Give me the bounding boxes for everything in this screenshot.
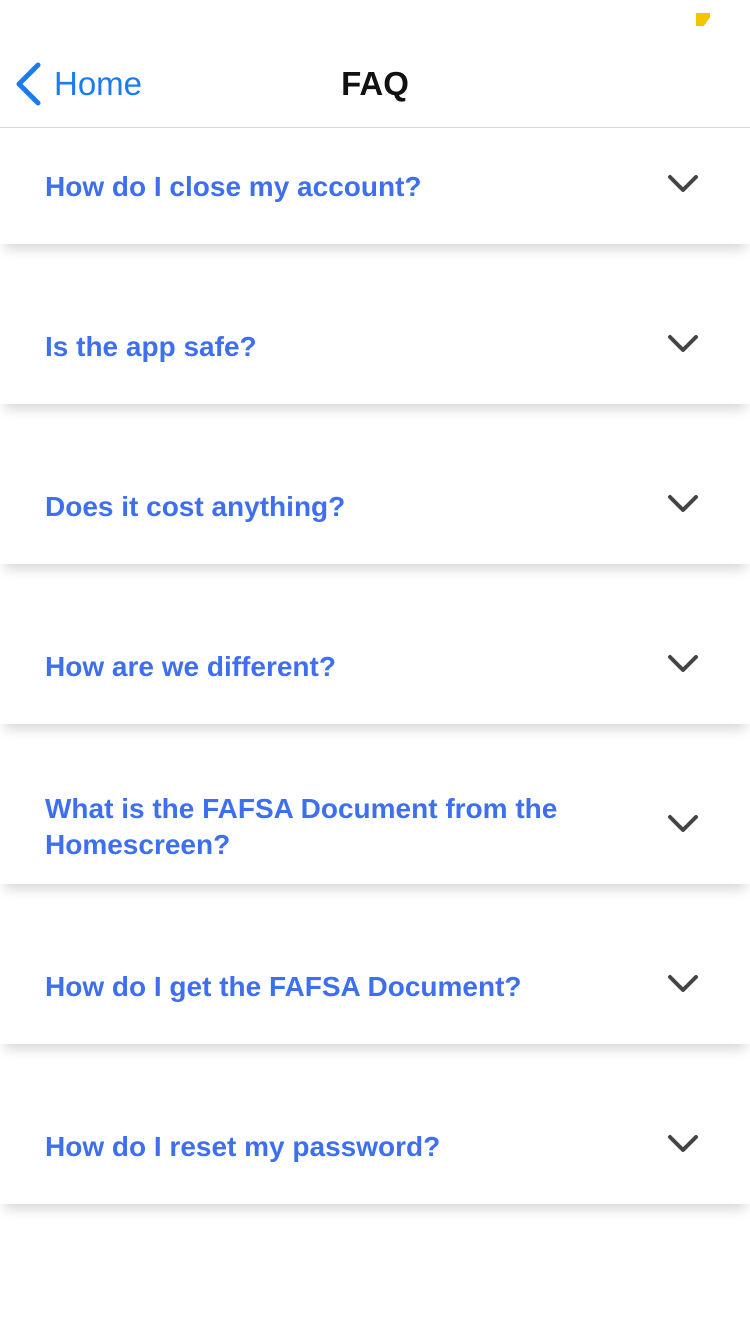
faq-item-get-fafsa[interactable]: How do I get the FAFSA Document? [0, 929, 750, 1044]
faq-item-cost[interactable]: Does it cost anything? [0, 449, 750, 564]
faq-question: How are we different? [45, 650, 336, 682]
battery-icon [696, 13, 710, 26]
chevron-down-icon [668, 814, 698, 832]
faq-item-close-account[interactable]: How do I close my account? [0, 129, 750, 244]
chevron-down-icon [668, 174, 698, 192]
back-button[interactable]: Home [14, 60, 142, 108]
faq-item-app-safe[interactable]: Is the app safe? [0, 289, 750, 404]
faq-question: Does it cost anything? [45, 490, 346, 522]
back-button-label: Home [54, 65, 143, 102]
faq-list: How do I close my account? Is the app sa… [0, 129, 750, 1249]
chevron-down-icon [668, 334, 698, 352]
faq-question: Is the app safe? [45, 330, 257, 362]
chevron-left-icon [16, 62, 41, 106]
navigation-bar: Home FAQ [0, 40, 750, 128]
chevron-down-icon [668, 974, 698, 992]
faq-question: How do I get the FAFSA Document? [45, 970, 522, 1002]
faq-question: How do I reset my password? [45, 1130, 441, 1162]
faq-item-reset-password[interactable]: How do I reset my password? [0, 1089, 750, 1204]
faq-question: What is the FAFSA Document from the Home… [45, 792, 558, 860]
chevron-down-icon [668, 654, 698, 672]
faq-item-different[interactable]: How are we different? [0, 609, 750, 724]
status-bar [0, 0, 750, 40]
faq-item-fafsa-homescreen[interactable]: What is the FAFSA Document from the Home… [0, 769, 750, 884]
chevron-down-icon [668, 494, 698, 512]
chevron-down-icon [668, 1134, 698, 1152]
faq-question: How do I close my account? [45, 170, 422, 202]
